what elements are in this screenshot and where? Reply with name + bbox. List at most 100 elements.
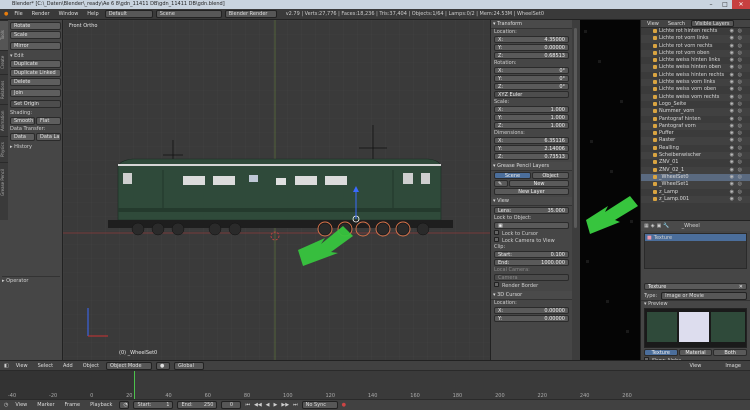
lock-camera-checkbox[interactable]: Lock Camera to View [491,237,572,244]
eye-icon[interactable]: ◉ [730,159,734,166]
texture-slot-item[interactable]: ■ Texture [645,234,746,241]
viewport-view-menu[interactable]: View [13,363,31,369]
timeline-track[interactable]: -40 -20 0 20 40 60 80 100 120 140 160 18… [0,371,750,399]
outliner-item[interactable]: Lichte rot vorn links ◉ ◎ [641,35,750,43]
delete-button[interactable]: Delete [10,78,61,86]
view-header[interactable]: ▾ View [491,197,572,206]
close-button[interactable]: ✕ [732,0,750,9]
menu-help[interactable]: Help [84,11,101,17]
preview-texture-tab[interactable]: Texture [644,349,678,356]
rotation-z-field[interactable]: Z: 0° [494,83,569,90]
outliner-item[interactable]: Lichte rot vorn oben ◉ ◎ [641,49,750,58]
eye-icon[interactable]: ◉ [730,196,734,203]
tab-relations[interactable]: Relations [0,74,8,104]
texture-slot-list[interactable]: ■ Texture [644,233,747,269]
menu-file[interactable]: File [11,11,25,17]
tab-physics[interactable]: Physics [0,136,8,162]
preview-both-tab[interactable]: Both [713,349,748,356]
eye-icon[interactable]: ◉ [730,152,734,159]
new-button[interactable]: New [509,180,569,187]
pencil-icon[interactable]: ✎ [494,180,508,187]
editor-type-icon[interactable]: ◧ [4,363,9,369]
render-camera-icon[interactable]: ◎ [738,94,742,101]
render-border-checkbox[interactable]: Render Border [491,282,572,289]
eye-icon[interactable]: ◉ [730,108,734,115]
timeline-playback-menu[interactable]: Playback [87,402,115,408]
render-camera-icon[interactable]: ◎ [738,101,742,108]
cursor-x-field[interactable]: X: 0.00000 [494,307,569,314]
render-camera-icon[interactable]: ◎ [738,86,742,93]
smooth-button[interactable]: Smooth [10,117,35,125]
modifier-icon[interactable]: 🔧 [663,223,669,229]
viewport-select-menu[interactable]: Select [35,363,56,369]
render-camera-icon[interactable]: ◎ [738,159,742,166]
timeline-marker-menu[interactable]: Marker [34,402,57,408]
outliner-item[interactable]: ZNV_01 ◉ ◎ [641,159,750,166]
outliner-item[interactable]: Lichte weiss vorn rechts ◉ ◎ [641,93,750,101]
render-camera-icon[interactable]: ◎ [738,116,742,123]
current-frame-field[interactable]: 0 [221,401,242,409]
tab-grease-pencil[interactable]: Grease Pencil [0,162,8,202]
record-icon[interactable]: ● [342,402,346,408]
eye-icon[interactable]: ◉ [730,79,734,86]
eye-icon[interactable]: ◉ [730,189,734,196]
menu-window[interactable]: Window [56,11,82,17]
eye-icon[interactable]: ◉ [730,94,734,101]
eye-icon[interactable]: ◉ [730,28,734,35]
eye-icon[interactable]: ◉ [730,137,734,144]
outliner-item[interactable]: Puffer ◉ ◎ [641,130,750,137]
lens-field[interactable]: Lens: 35.000 [494,207,569,214]
scale-z-field[interactable]: Z: 1.000 [494,122,569,129]
eye-icon[interactable]: ◉ [730,72,734,79]
mode-select[interactable]: Object Mode [106,361,153,370]
outliner-item[interactable]: z_Lamp ◉ ◎ [641,189,750,196]
dimensions-z-field[interactable]: Z: 0.73513 [494,153,569,160]
rotation-y-field[interactable]: Y: 0° [494,75,569,82]
outliner-item[interactable]: Realling ◉ ◎ [641,145,750,152]
set-origin-select[interactable]: Set Origin [10,100,61,108]
outliner-item[interactable]: Pantograf vorn ◉ ◎ [641,122,750,131]
eye-icon[interactable]: ◉ [730,181,734,188]
scale-button[interactable]: Scale [10,31,61,39]
render-camera-icon[interactable]: ◎ [738,43,742,50]
viewport-canvas[interactable] [63,20,490,360]
timeline-view-menu[interactable]: View [12,402,30,408]
rotate-button[interactable]: Rotate [10,22,61,30]
orientation-select[interactable]: Global [174,361,205,370]
preview-header[interactable]: ▾ Preview [641,300,750,307]
outliner-item[interactable]: Lichte rot hinten rechts ◉ ◎ [641,28,750,35]
timeline-frame-menu[interactable]: Frame [62,402,84,408]
render-camera-icon[interactable]: ◎ [738,174,742,181]
grease-pencil-header[interactable]: ▾ Grease Pencil Layers [491,162,572,171]
outliner-item[interactable]: Lichte weiss hinten oben ◉ ◎ [641,64,750,72]
image-editor-view-menu[interactable]: View [686,363,704,369]
outliner-item[interactable]: z_Lamp.001 ◉ ◎ [641,195,750,204]
camera-field[interactable]: Camera [494,274,569,281]
outliner-item[interactable]: Lichte weiss hinten links ◉ ◎ [641,57,750,64]
render-camera-icon[interactable]: ◎ [738,167,742,174]
texture-name-field[interactable]: Texture ✕ [644,283,747,290]
object-tab[interactable]: Object [532,172,569,179]
duplicate-button[interactable]: Duplicate [10,60,61,68]
tab-tools[interactable]: Tools [0,20,8,50]
clip-start-field[interactable]: Start: 0.100 [494,251,569,258]
render-camera-icon[interactable]: ◎ [738,50,742,57]
eye-icon[interactable]: ◉ [730,35,734,42]
eye-icon[interactable]: ◉ [730,116,734,123]
eye-icon[interactable]: ◉ [730,145,734,152]
layout-select[interactable]: Default [104,10,153,18]
render-camera-icon[interactable]: ◎ [738,108,742,115]
next-key-icon[interactable]: ▶▶ [281,402,289,408]
render-camera-icon[interactable]: ◎ [738,57,742,64]
jump-start-icon[interactable]: ⏮ [245,402,250,408]
scale-y-field[interactable]: Y: 1.000 [494,114,569,121]
viewport-object-menu[interactable]: Object [80,363,102,369]
eye-icon[interactable]: ◉ [730,101,734,108]
eye-icon[interactable]: ◉ [730,43,734,50]
outliner-item[interactable]: Lichte weiss vorn links ◉ ◎ [641,79,750,87]
outliner-item[interactable]: _WheelSet0 ◉ ◎ [641,173,750,182]
jump-end-icon[interactable]: ⏭ [293,402,298,408]
object-icon[interactable]: ▣ [657,223,662,229]
scale-x-field[interactable]: X: 1.000 [494,106,569,113]
preview-range-icon[interactable]: ◔ [119,401,130,409]
